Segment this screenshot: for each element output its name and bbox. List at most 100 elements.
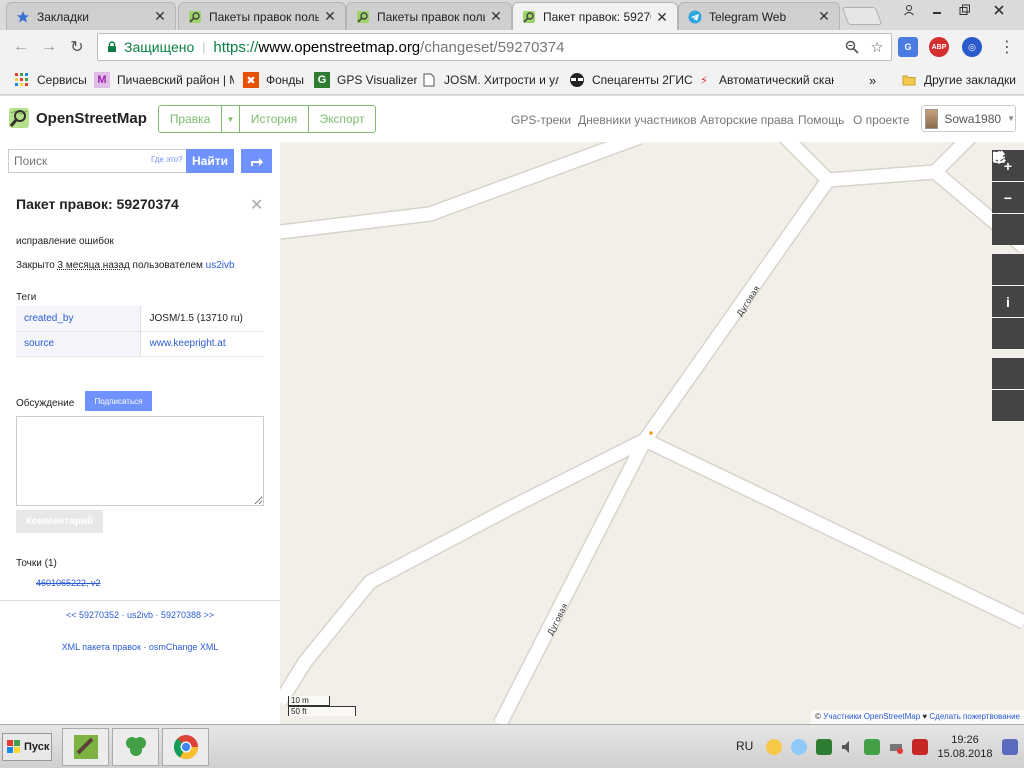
- query-icon[interactable]: [992, 151, 1024, 421]
- profile-icon[interactable]: [896, 0, 922, 20]
- nav-about[interactable]: О проекте: [853, 113, 910, 127]
- user-menu[interactable]: Sowa1980 ▼: [921, 105, 1016, 132]
- tab-changesets-2[interactable]: Пакеты правок польз ✕: [346, 2, 512, 30]
- tray-nvidia-icon[interactable]: [816, 739, 832, 755]
- site-logo[interactable]: OpenStreetMap: [8, 107, 147, 129]
- chrome-app-icon[interactable]: [162, 728, 209, 766]
- other-bookmarks[interactable]: Другие закладки: [901, 70, 1016, 90]
- tag-value-link[interactable]: www.keepright.at: [140, 331, 264, 357]
- volume-icon[interactable]: [840, 739, 856, 755]
- comment-button[interactable]: Комментарий: [16, 510, 103, 533]
- close-icon[interactable]: ✕: [323, 8, 337, 25]
- comment-textarea[interactable]: [16, 416, 264, 506]
- tab-bookmarks[interactable]: Закладки ✕: [6, 2, 176, 30]
- bookmark-auto-scanner[interactable]: ⚡ Автоматический скане: [696, 70, 834, 90]
- new-tab-button[interactable]: [841, 7, 883, 25]
- tray-printer-icon[interactable]: [888, 739, 904, 755]
- forward-icon[interactable]: →: [38, 36, 60, 58]
- edit-dropdown-caret[interactable]: ▼: [222, 105, 240, 133]
- apps-grid-icon: [14, 72, 30, 88]
- map-canvas[interactable]: Дуговая Дуговая: [280, 142, 1024, 724]
- url-host: www.openstreetmap.org: [258, 38, 421, 56]
- nav-help[interactable]: Помощь: [798, 113, 844, 127]
- road: [642, 434, 1024, 628]
- menu-icon[interactable]: ⋮: [998, 38, 1016, 56]
- window-close-icon[interactable]: [986, 0, 1012, 20]
- donate-link[interactable]: Сделать пожертвование: [929, 712, 1020, 721]
- locate-icon[interactable]: [992, 151, 1024, 245]
- tags-heading: Теги: [16, 292, 37, 303]
- bookmark-josm-tricks[interactable]: JOSM. Хитрости и улов: [421, 70, 559, 90]
- share-icon[interactable]: [992, 150, 1024, 349]
- bookmark-label: Другие закладки: [924, 73, 1016, 87]
- bookmark-fondy[interactable]: ✖ Фонды: [243, 70, 304, 90]
- close-icon[interactable]: ✕: [250, 195, 263, 215]
- map[interactable]: Дуговая Дуговая + − i + 10 m 50 ft © Уча…: [280, 142, 1024, 724]
- url-text: https://www.openstreetmap.org/changeset/…: [213, 39, 564, 56]
- search-button[interactable]: Найти: [186, 149, 234, 173]
- m-logo-icon: M: [94, 72, 110, 88]
- address-bar[interactable]: Защищено | https://www.openstreetmap.org…: [97, 33, 892, 61]
- restore-icon[interactable]: [952, 0, 978, 20]
- close-icon[interactable]: ✕: [153, 8, 167, 25]
- zoom-icon[interactable]: [843, 38, 861, 56]
- bookmark-pichaevsky[interactable]: M Пичаевский район | М: [94, 70, 234, 90]
- tab-telegram[interactable]: Telegram Web ✕: [678, 2, 840, 30]
- node-link[interactable]: 4601065222, v2: [36, 578, 101, 588]
- tray-alert-icon[interactable]: [912, 739, 928, 755]
- nav-gps-traces[interactable]: GPS-треки: [511, 113, 571, 127]
- edit-button[interactable]: Правка: [158, 105, 222, 133]
- nav-user-diaries[interactable]: Дневники участников: [578, 113, 697, 127]
- language-indicator[interactable]: RU: [736, 739, 753, 753]
- history-button[interactable]: История: [240, 105, 309, 133]
- closed-by: пользователем: [129, 260, 206, 271]
- info-icon[interactable]: i: [992, 286, 1024, 317]
- layers-icon[interactable]: [992, 151, 1024, 285]
- start-button[interactable]: Пуск: [2, 733, 52, 761]
- bookmark-star-icon[interactable]: ☆: [868, 38, 886, 56]
- adblock-icon[interactable]: ABP: [929, 37, 949, 57]
- bookmarks-overflow-button[interactable]: »: [869, 70, 876, 90]
- back-icon[interactable]: ←: [10, 36, 32, 58]
- map-controls: + − i +: [992, 150, 1024, 421]
- subscribe-button[interactable]: Подписаться: [85, 391, 152, 411]
- nav-copyright[interactable]: Авторские права: [700, 113, 794, 127]
- where-is-this-link[interactable]: Где это?: [151, 155, 183, 164]
- globe-icon[interactable]: ◎: [962, 37, 982, 57]
- changeset-node-marker[interactable]: [649, 431, 653, 435]
- show-desktop-icon[interactable]: [1002, 739, 1018, 755]
- tray-app-icon[interactable]: [766, 739, 782, 755]
- translate-icon[interactable]: G: [898, 37, 918, 57]
- attribution-osm-link[interactable]: Участники OpenStreetMap: [823, 712, 920, 721]
- tab-changesets-1[interactable]: Пакеты правок польз ✕: [178, 2, 346, 30]
- zoom-out-icon[interactable]: −: [992, 182, 1024, 213]
- tag-key[interactable]: created_by: [16, 306, 141, 332]
- changeset-navigation[interactable]: << 59270352 · us2ivb · 59270388 >>: [0, 610, 280, 620]
- export-button[interactable]: Экспорт: [309, 105, 376, 133]
- josm-app-icon[interactable]: [62, 728, 109, 766]
- fond-icon: ✖: [243, 72, 259, 88]
- site-header: OpenStreetMap Правка ▼ История Экспорт G…: [0, 96, 1024, 142]
- tab-title: Пакеты правок польз: [377, 9, 485, 24]
- clover-app-icon[interactable]: [112, 728, 159, 766]
- url-path: /changeset/59270374: [420, 38, 565, 56]
- note-icon[interactable]: +: [992, 152, 1024, 389]
- bookmark-services[interactable]: Сервисы: [14, 70, 87, 90]
- tray-security-icon[interactable]: [864, 739, 880, 755]
- changeset-user-link[interactable]: us2ivb: [206, 260, 235, 271]
- tag-key[interactable]: source: [16, 331, 141, 357]
- clock[interactable]: 19:26 15.08.2018: [936, 733, 994, 761]
- directions-icon[interactable]: [241, 149, 272, 173]
- bookmark-gps-visualizer[interactable]: G GPS Visualizer: [314, 70, 417, 90]
- reload-icon[interactable]: ↻: [66, 36, 88, 58]
- close-icon[interactable]: ✕: [655, 9, 669, 26]
- bookmark-2gis-agents[interactable]: Спецагенты 2ГИС: [569, 70, 693, 90]
- changeset-downloads[interactable]: XML пакета правок · osmChange XML: [0, 642, 280, 652]
- tab-changeset-active[interactable]: Пакет правок: 59270 ✕: [512, 2, 678, 31]
- tray-network-icon[interactable]: [791, 739, 807, 755]
- road: [280, 434, 648, 706]
- close-icon[interactable]: ✕: [489, 8, 503, 25]
- minimize-icon[interactable]: [924, 0, 950, 20]
- close-icon[interactable]: ✕: [817, 8, 831, 25]
- avatar: [925, 108, 939, 129]
